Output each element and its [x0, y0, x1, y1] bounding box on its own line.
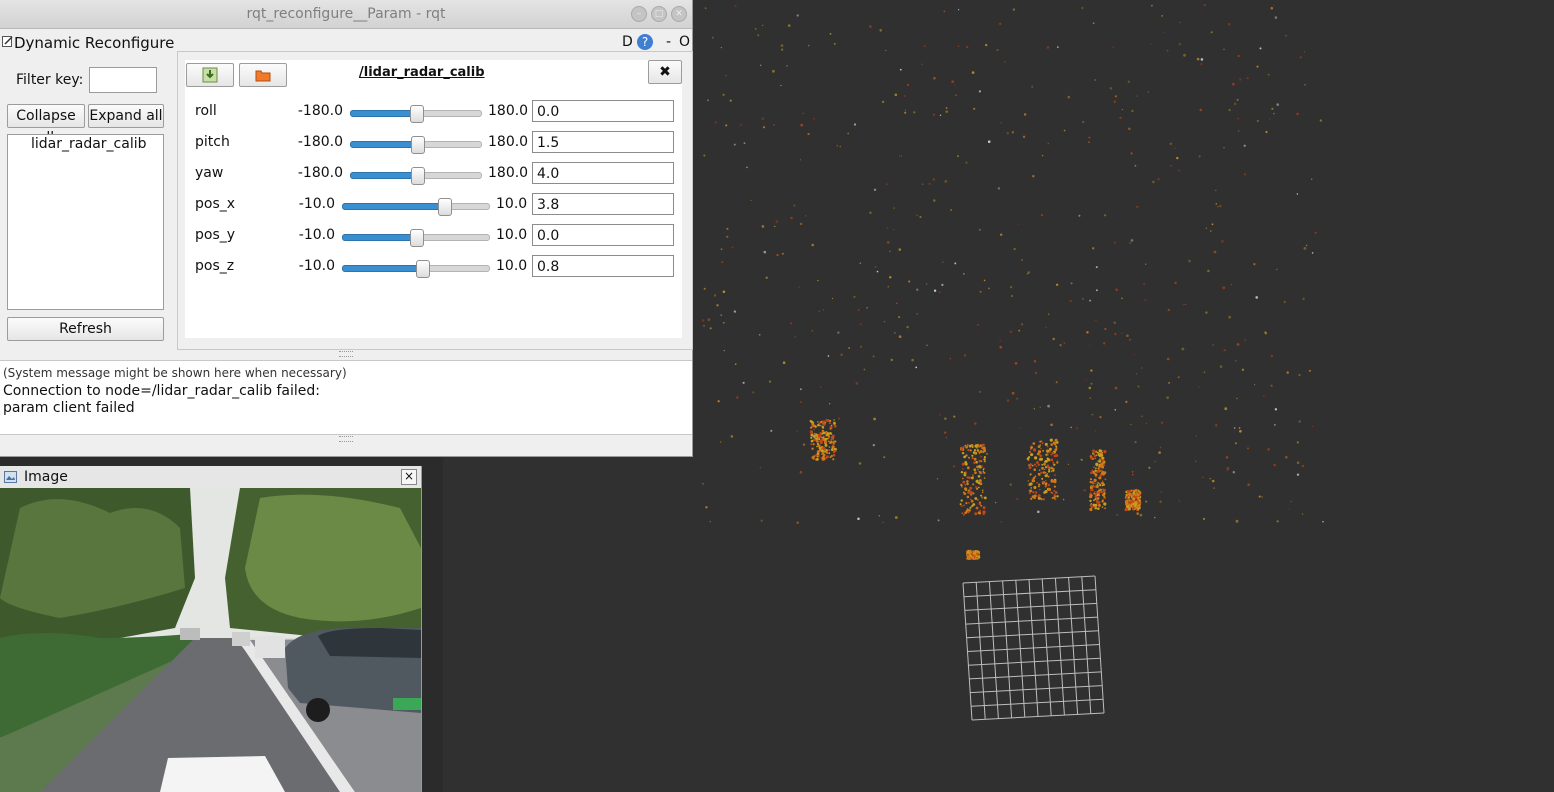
param-row-pos-z: pos_z -10.0 10.0 0.8 [185, 255, 682, 279]
param-max: 180.0 [488, 165, 529, 181]
window-title: rqt_reconfigure__Param - rqt [246, 6, 446, 22]
param-name: pos_z [195, 258, 235, 274]
slider-fill [350, 172, 418, 179]
param-max: 10.0 [496, 258, 528, 274]
system-message-area: (System message might be shown here when… [0, 360, 692, 435]
filter-key-input[interactable] [89, 67, 157, 93]
system-message-hint: (System message might be shown here when… [3, 366, 347, 380]
param-value-input[interactable]: 0.0 [532, 224, 674, 246]
window-titlebar[interactable]: rqt_reconfigure__Param - rqt – □ ✕ [0, 0, 692, 29]
node-title: /lidar_radar_calib [359, 65, 485, 80]
param-name: yaw [195, 165, 224, 181]
slider-handle[interactable] [410, 229, 424, 247]
param-min: -180.0 [297, 103, 343, 119]
param-name: roll [195, 103, 217, 119]
param-value-input[interactable]: 4.0 [532, 162, 674, 184]
minimize-icon[interactable]: – [631, 6, 647, 22]
load-button[interactable] [239, 63, 287, 87]
slider-handle[interactable] [438, 198, 452, 216]
param-min: -10.0 [298, 196, 335, 212]
rqt-window: rqt_reconfigure__Param - rqt – □ ✕ Dynam… [0, 0, 693, 457]
point-cloud-points [702, 3, 1324, 561]
hide-button[interactable]: - [666, 34, 671, 50]
node-tree[interactable]: lidar_radar_calib [7, 134, 164, 310]
param-row-pitch: pitch -180.0 180.0 1.5 [185, 131, 682, 155]
refresh-button[interactable]: Refresh [7, 317, 164, 341]
street-scene [0, 488, 421, 792]
param-value-input[interactable]: 3.8 [532, 193, 674, 215]
slider-handle[interactable] [411, 136, 425, 154]
param-name: pos_y [195, 227, 236, 243]
param-row-pos-x: pos_x -10.0 10.0 3.8 [185, 193, 682, 217]
save-button[interactable] [186, 63, 234, 87]
param-slider[interactable] [350, 136, 482, 154]
param-slider[interactable] [342, 260, 490, 278]
close-icon[interactable]: ✕ [671, 6, 687, 22]
expand-all-button[interactable]: Expand all [88, 104, 164, 128]
param-slider[interactable] [350, 105, 482, 123]
maximize-icon[interactable]: □ [651, 6, 667, 22]
slider-fill [350, 110, 417, 117]
param-value-input[interactable]: 0.8 [532, 255, 674, 277]
ground-grid [962, 575, 1105, 721]
param-max: 180.0 [488, 103, 529, 119]
image-panel-titlebar[interactable]: Image × [0, 466, 421, 489]
param-value-input[interactable]: 0.0 [532, 100, 674, 122]
collapse-all-button[interactable]: Collapse all [7, 104, 85, 146]
param-slider[interactable] [350, 167, 482, 185]
param-max: 10.0 [496, 227, 528, 243]
slider-handle[interactable] [416, 260, 430, 278]
slider-handle[interactable] [410, 105, 424, 123]
folder-icon [255, 70, 271, 82]
param-max: 10.0 [496, 196, 528, 212]
slider-fill [342, 234, 417, 241]
image-close-icon[interactable]: × [401, 469, 417, 485]
slider-fill [350, 141, 418, 148]
param-max: 180.0 [488, 134, 529, 150]
camera-image [0, 488, 421, 792]
close-node-icon[interactable]: ✖ [648, 60, 682, 84]
slider-fill [342, 203, 445, 210]
param-row-roll: roll -180.0 180.0 0.0 [185, 100, 682, 124]
param-min: -180.0 [297, 134, 343, 150]
tree-item-lidar-radar-calib[interactable]: lidar_radar_calib [31, 136, 147, 152]
slider-handle[interactable] [411, 167, 425, 185]
image-panel-title: Image [24, 469, 68, 485]
image-icon [4, 471, 17, 483]
param-min: -10.0 [298, 258, 335, 274]
plugin-title: Dynamic Reconfigure [14, 34, 175, 52]
splitter-handle-bottom[interactable] [339, 436, 353, 442]
param-name: pitch [195, 134, 230, 150]
param-min: -180.0 [297, 165, 343, 181]
error-line-2: param client failed [3, 400, 135, 416]
filter-key-label: Filter key: [16, 72, 84, 88]
param-value-input[interactable]: 1.5 [532, 131, 674, 153]
param-min: -10.0 [298, 227, 335, 243]
param-row-pos-y: pos_y -10.0 10.0 0.0 [185, 224, 682, 248]
slider-fill [342, 265, 423, 272]
param-name: pos_x [195, 196, 236, 212]
save-icon [202, 67, 218, 83]
error-line-1: Connection to node=/lidar_radar_calib fa… [3, 383, 321, 399]
edit-icon [2, 36, 13, 47]
param-slider[interactable] [342, 229, 490, 247]
param-row-yaw: yaw -180.0 180.0 4.0 [185, 162, 682, 186]
splitter-handle[interactable] [339, 351, 353, 357]
help-icon[interactable]: ? [637, 34, 653, 50]
close-plugin-button[interactable]: O [679, 34, 690, 50]
d-button[interactable]: D [622, 34, 633, 50]
param-panel-content: /lidar_radar_calib ✖ roll -180.0 180.0 0.0 p… [185, 60, 682, 338]
param-slider[interactable] [342, 198, 490, 216]
